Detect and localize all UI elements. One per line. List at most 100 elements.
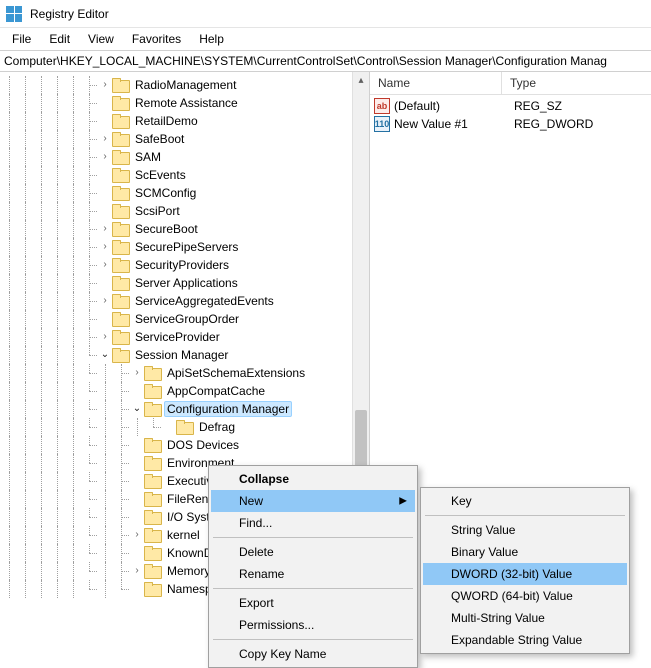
list-row[interactable]: ab(Default)REG_SZ [370,97,651,115]
chevron-down-icon[interactable]: ⌄ [130,400,144,418]
tree-item[interactable]: ›SafeBoot [2,130,369,148]
tree-item[interactable]: AppCompatCache [2,382,369,400]
tree-item-label: SAM [132,149,164,165]
folder-icon [112,348,128,362]
menu-favorites[interactable]: Favorites [124,30,189,48]
col-type[interactable]: Type [502,72,651,94]
dword-value-icon: 110 [374,116,390,132]
tree-item-label: SecurityProviders [132,257,232,273]
value-type: REG_SZ [506,99,562,113]
menu-item[interactable]: DWORD (32-bit) Value [423,563,627,585]
tree-item[interactable]: › ApiSetSchemaExtensions [2,364,369,382]
tree-item[interactable]: SCMConfig [2,184,369,202]
tree-item[interactable]: ⌄Configuration Manager [2,400,369,418]
tree-item-label: RadioManagement [132,77,239,93]
menu-item-label: Expandable String Value [451,633,582,647]
menu-item[interactable]: Find... [211,512,415,534]
tree-item-label: RetailDemo [132,113,201,129]
menu-edit[interactable]: Edit [41,30,78,48]
tree-item-label: Server Applications [132,275,241,291]
menu-item[interactable]: Delete [211,541,415,563]
chevron-right-icon[interactable]: › [98,76,112,94]
tree-item[interactable]: Server Applications [2,274,369,292]
folder-icon [112,186,128,200]
menu-item[interactable]: Multi-String Value [423,607,627,629]
chevron-right-icon[interactable]: › [98,256,112,274]
chevron-down-icon[interactable]: ⌄ [98,346,112,364]
menu-item-label: Find... [239,516,272,530]
tree-item[interactable]: DOS Devices [2,436,369,454]
menu-item[interactable]: Key [423,490,627,512]
chevron-right-icon[interactable]: › [98,130,112,148]
window-title: Registry Editor [30,7,109,21]
folder-icon [112,312,128,326]
folder-icon [112,204,128,218]
tree-item[interactable]: ScEvents [2,166,369,184]
tree-item[interactable]: ServiceGroupOrder [2,310,369,328]
tree-item[interactable]: › SecurePipeServers [2,238,369,256]
menu-item[interactable]: String Value [423,519,627,541]
menu-item[interactable]: New▶ [211,490,415,512]
scroll-up-icon[interactable]: ▴ [353,72,369,89]
tree-item[interactable]: › SAM [2,148,369,166]
chevron-right-icon[interactable]: › [98,328,112,346]
folder-icon [176,420,192,434]
folder-icon [112,114,128,128]
chevron-right-icon[interactable]: › [98,148,112,166]
menu-item[interactable]: Permissions... [211,614,415,636]
folder-icon [112,258,128,272]
tree-item-label: ServiceGroupOrder [132,311,242,327]
menu-item[interactable]: Export [211,592,415,614]
tree-item-label: ServiceProvider [132,329,223,345]
menu-file[interactable]: File [4,30,39,48]
folder-icon [112,276,128,290]
tree-item[interactable]: ScsiPort [2,202,369,220]
menu-separator [213,537,413,538]
chevron-right-icon[interactable]: › [130,526,144,544]
tree-item-label: ServiceAggregatedEvents [132,293,277,309]
folder-icon [144,438,160,452]
tree-item[interactable]: ›SecureBoot [2,220,369,238]
context-menu: Collapse New▶ Find... Delete Rename ExportPer… [208,465,418,668]
chevron-right-icon[interactable]: › [98,292,112,310]
menu-view[interactable]: View [80,30,122,48]
menu-item[interactable]: Binary Value [423,541,627,563]
list-row[interactable]: 110New Value #1REG_DWORD [370,115,651,133]
tree-item-label: ApiSetSchemaExtensions [164,365,308,381]
address-bar[interactable]: Computer\HKEY_LOCAL_MACHINE\SYSTEM\Curre… [0,50,651,72]
tree-item[interactable]: Defrag [2,418,369,436]
chevron-right-icon[interactable]: › [98,238,112,256]
tree-item[interactable]: › SecurityProviders [2,256,369,274]
tree-item[interactable]: › ServiceAggregatedEvents [2,292,369,310]
col-name[interactable]: Name [370,72,502,94]
tree-item[interactable]: › RadioManagement [2,76,369,94]
tree-item[interactable]: ⌄Session Manager [2,346,369,364]
menu-item[interactable]: Collapse [211,468,415,490]
tree-item[interactable]: › ServiceProvider [2,328,369,346]
menu-help[interactable]: Help [191,30,232,48]
tree-item-label: ScEvents [132,167,189,183]
tree-item[interactable]: RetailDemo [2,112,369,130]
context-submenu-new: Key String ValueBinary ValueDWORD (32-bit… [420,487,630,654]
chevron-right-icon[interactable]: › [130,364,144,382]
menu-item-label: Rename [239,567,284,581]
chevron-right-icon[interactable]: › [130,562,144,580]
value-name: New Value #1 [394,117,506,131]
menu-item[interactable]: Copy Key Name [211,643,415,665]
folder-icon [144,402,160,416]
menu-item[interactable]: Expandable String Value [423,629,627,651]
folder-icon [144,582,160,596]
tree-item-label: SCMConfig [132,185,199,201]
tree-item-label: SecurePipeServers [132,239,241,255]
folder-icon [144,546,160,560]
menu-item-label: Collapse [239,472,289,486]
menu-item[interactable]: Rename [211,563,415,585]
folder-icon [112,294,128,308]
chevron-right-icon[interactable]: › [98,220,112,238]
menu-item[interactable]: QWORD (64-bit) Value [423,585,627,607]
list-header: Name Type [370,72,651,95]
folder-icon [112,132,128,146]
menu-item-label: Delete [239,545,274,559]
tree-item[interactable]: Remote Assistance [2,94,369,112]
folder-icon [144,474,160,488]
